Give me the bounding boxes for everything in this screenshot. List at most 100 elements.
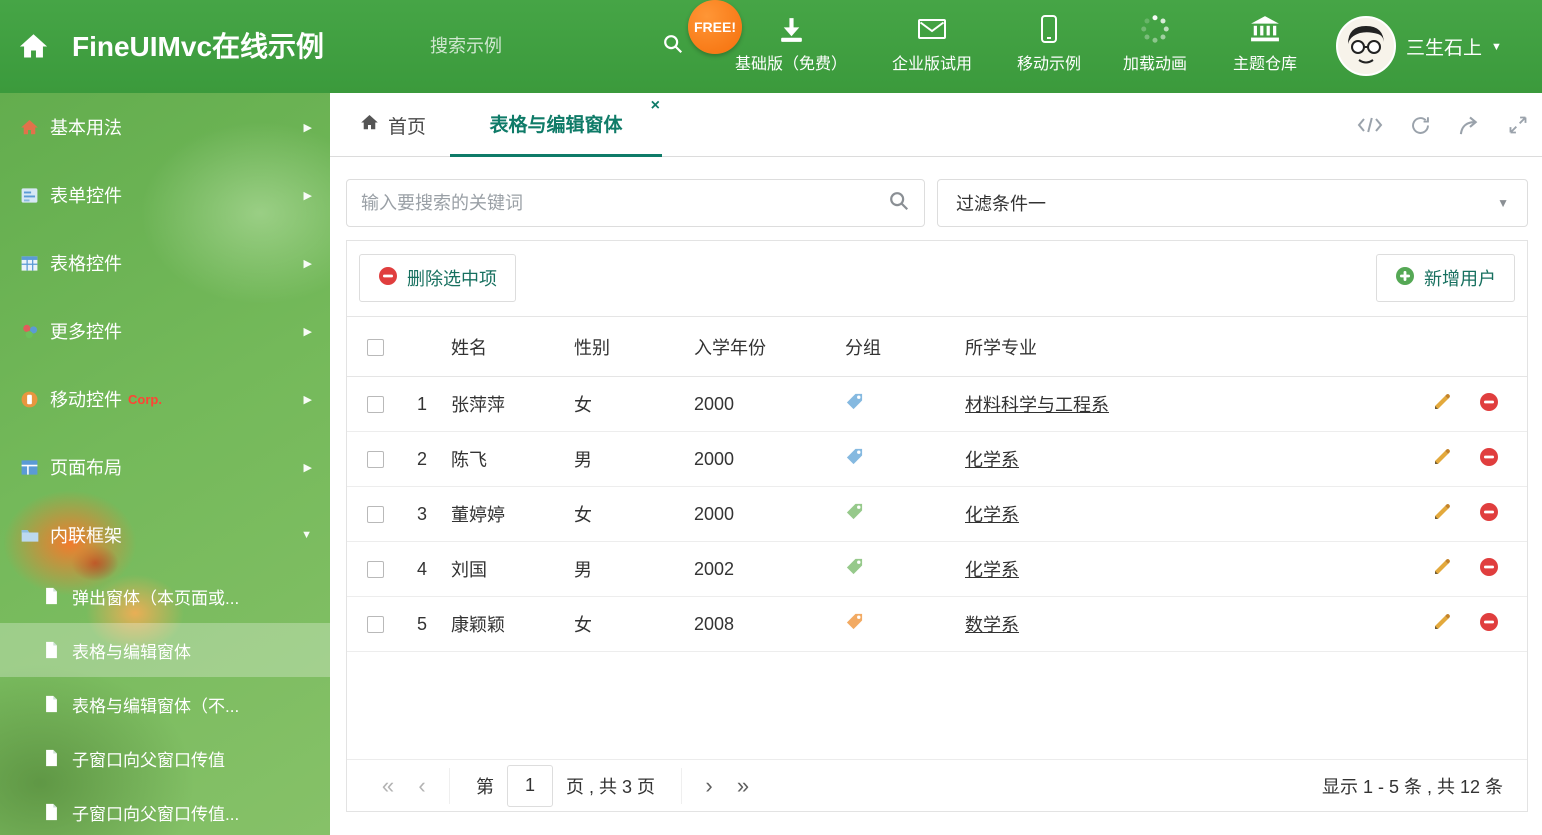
table-row: 5 康颖颖 女 2008 数学系	[347, 596, 1527, 652]
cell-year: 2000	[684, 376, 837, 432]
chevron-right-icon: ▶	[303, 393, 312, 406]
code-icon[interactable]	[1357, 116, 1383, 134]
cell-name: 刘国	[441, 541, 564, 597]
nav-theme-store[interactable]: 主题仓库	[1226, 13, 1304, 74]
search-icon[interactable]	[888, 190, 910, 217]
sidebar-subitem-child-to-parent-2[interactable]: 子窗口向父窗口传值...	[0, 785, 330, 835]
row-checkbox[interactable]	[367, 451, 384, 469]
tag-icon[interactable]	[845, 448, 864, 470]
column-header-gender: 性别	[564, 316, 684, 377]
page-number-input[interactable]	[507, 764, 553, 807]
cell-gender: 男	[564, 431, 684, 487]
delete-row-icon[interactable]	[1479, 557, 1499, 582]
tag-icon[interactable]	[845, 613, 864, 635]
delete-row-icon[interactable]	[1479, 502, 1499, 527]
download-icon	[777, 13, 806, 45]
tag-icon[interactable]	[845, 503, 864, 525]
row-checkbox[interactable]	[367, 616, 384, 634]
nav-basic-free[interactable]: 基础版（免费）	[730, 13, 852, 74]
grid-toolbar: 删除选中项 新增用户	[347, 241, 1527, 316]
row-checkbox[interactable]	[367, 561, 384, 579]
cell-gender: 女	[564, 486, 684, 542]
sidebar-item-mobile-controls[interactable]: 移动控件 Corp. ▶	[0, 365, 330, 433]
sidebar-item-page-layout[interactable]: 页面布局 ▶	[0, 433, 330, 501]
edit-icon[interactable]	[1432, 447, 1452, 472]
major-link[interactable]: 化学系	[965, 505, 1019, 525]
cell-group	[837, 376, 955, 432]
sidebar-subitem-popup-window[interactable]: 弹出窗体（本页面或...	[0, 569, 330, 623]
app-window: FineUIMvc在线示例 FREE! 基础版（免费） 企业版试用 移动示例	[0, 0, 1542, 835]
home-icon	[20, 118, 50, 137]
filter-dropdown[interactable]: 过滤条件一 ▼	[937, 179, 1528, 227]
file-icon	[44, 587, 72, 605]
close-icon[interactable]: ×	[651, 98, 660, 114]
select-all-checkbox[interactable]	[367, 338, 384, 356]
home-icon[interactable]	[18, 31, 49, 67]
major-link[interactable]: 材料科学与工程系	[965, 395, 1109, 415]
sidebar-subitem-label: 表格与编辑窗体	[72, 642, 191, 662]
delete-selected-button[interactable]: 删除选中项	[359, 254, 516, 302]
nav-loading-animation[interactable]: 加载动画	[1116, 13, 1194, 74]
tag-icon[interactable]	[845, 393, 864, 415]
edit-icon[interactable]	[1432, 557, 1452, 582]
next-page-icon[interactable]: ›	[692, 773, 726, 799]
sidebar-item-iframe[interactable]: 内联框架 ▼	[0, 501, 330, 569]
chevron-down-icon: ▼	[301, 529, 312, 541]
tab-home[interactable]: 首页	[360, 93, 426, 157]
sidebar-subitem-grid-edit-window[interactable]: 表格与编辑窗体	[0, 623, 330, 677]
sidebar-item-grid-controls[interactable]: 表格控件 ▶	[0, 229, 330, 297]
edit-icon[interactable]	[1432, 612, 1452, 637]
widgets-icon	[20, 322, 50, 341]
sidebar-item-form-controls[interactable]: 表单控件 ▶	[0, 161, 330, 229]
table-row: 4 刘国 男 2002 化学系	[347, 541, 1527, 597]
chevron-right-icon: ▶	[303, 325, 312, 338]
delete-row-icon[interactable]	[1479, 447, 1499, 472]
file-icon	[44, 749, 72, 767]
major-link[interactable]: 数学系	[965, 615, 1019, 635]
sidebar-item-label: 表单控件	[50, 186, 122, 206]
row-index: 4	[403, 541, 441, 597]
nav-enterprise-trial[interactable]: 企业版试用	[882, 13, 982, 74]
share-icon[interactable]	[1458, 115, 1481, 136]
phone-icon	[1040, 13, 1058, 45]
major-link[interactable]: 化学系	[965, 560, 1019, 580]
refresh-icon[interactable]	[1410, 115, 1431, 136]
header-search-input[interactable]	[430, 35, 662, 57]
nav-mobile-demo[interactable]: 移动示例	[1010, 13, 1088, 74]
page-suffix-label: 页 , 共 3 页	[566, 776, 656, 797]
cell-group	[837, 541, 955, 597]
sidebar-subitem-grid-edit-window-2[interactable]: 表格与编辑窗体（不...	[0, 677, 330, 731]
keyword-search-input[interactable]	[361, 192, 888, 214]
add-user-label: 新增用户	[1424, 269, 1496, 289]
search-icon[interactable]	[662, 33, 684, 60]
major-link[interactable]: 化学系	[965, 450, 1019, 470]
row-checkbox[interactable]	[367, 506, 384, 524]
nav-label: 基础版（免费）	[734, 56, 847, 73]
file-icon	[44, 641, 72, 659]
column-header-name: 姓名	[441, 316, 564, 377]
sidebar-subitem-child-to-parent[interactable]: 子窗口向父窗口传值	[0, 731, 330, 785]
row-index: 5	[403, 596, 441, 652]
avatar[interactable]	[1336, 16, 1396, 76]
sidebar-item-more-controls[interactable]: 更多控件 ▶	[0, 297, 330, 365]
edit-icon[interactable]	[1432, 392, 1452, 417]
table-header-row: 姓名 性别 入学年份 分组 所学专业	[347, 316, 1527, 377]
delete-row-icon[interactable]	[1479, 392, 1499, 417]
row-checkbox[interactable]	[367, 396, 384, 414]
tag-icon[interactable]	[845, 558, 864, 580]
home-icon	[360, 113, 379, 138]
delete-row-icon[interactable]	[1479, 612, 1499, 637]
cell-group	[837, 431, 955, 487]
caret-down-icon: ▼	[1491, 40, 1502, 53]
cell-gender: 女	[564, 596, 684, 652]
add-user-button[interactable]: 新增用户	[1376, 254, 1515, 302]
user-menu[interactable]: 三生石上 ▼	[1406, 0, 1502, 93]
sidebar-item-basic-usage[interactable]: 基本用法 ▶	[0, 93, 330, 161]
column-header-major: 所学专业	[955, 316, 1387, 377]
first-page-icon[interactable]: «	[371, 773, 405, 799]
edit-icon[interactable]	[1432, 502, 1452, 527]
prev-page-icon[interactable]: ‹	[405, 773, 439, 799]
tab-active[interactable]: 表格与编辑窗体 ×	[450, 93, 662, 157]
last-page-icon[interactable]: »	[726, 773, 760, 799]
expand-icon[interactable]	[1508, 115, 1528, 135]
